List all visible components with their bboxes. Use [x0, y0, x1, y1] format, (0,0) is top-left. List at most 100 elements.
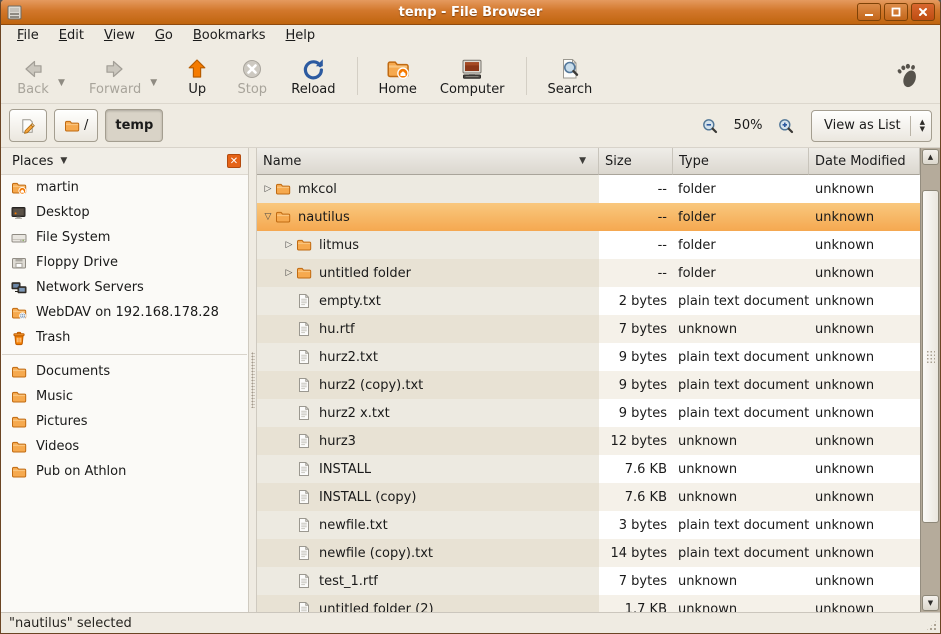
search-button[interactable]: Search	[540, 53, 601, 99]
text-icon	[296, 349, 312, 365]
path-root-button[interactable]: /	[54, 109, 98, 142]
sidebar-item-trash[interactable]: Trash	[1, 325, 248, 350]
sidebar-item-pictures[interactable]: Pictures	[1, 409, 248, 434]
expander-expanded-icon[interactable]: ▽	[261, 212, 275, 222]
maximize-button[interactable]	[884, 3, 908, 21]
reload-button[interactable]: Reload	[283, 53, 343, 99]
resize-grip[interactable]	[925, 619, 938, 632]
sidebar-item-martin[interactable]: martin	[1, 175, 248, 200]
sidebar-item-videos[interactable]: Videos	[1, 434, 248, 459]
table-row[interactable]: ▷untitled folder--folderunknown	[257, 259, 920, 287]
sidebar-item-music[interactable]: Music	[1, 384, 248, 409]
sidebar-header[interactable]: Places ▼ ✕	[1, 148, 248, 175]
minimize-button[interactable]	[857, 3, 881, 21]
type-cell: plain text document	[673, 539, 809, 567]
size-cell: 7 bytes	[599, 315, 673, 343]
menu-help[interactable]: Help	[276, 25, 326, 49]
expander-collapsed-icon[interactable]: ▷	[261, 184, 275, 194]
text-icon	[296, 321, 312, 337]
titlebar[interactable]: temp - File Browser	[1, 0, 940, 25]
text-icon	[296, 517, 312, 533]
table-row[interactable]: INSTALL7.6 KBunknownunknown	[257, 455, 920, 483]
path-current-button[interactable]: temp	[105, 109, 163, 142]
menu-go[interactable]: Go	[145, 25, 183, 49]
drive-icon	[11, 230, 27, 246]
expander-collapsed-icon[interactable]: ▷	[282, 268, 296, 278]
table-row[interactable]: hurz2.txt9 bytesplain text documentunkno…	[257, 343, 920, 371]
expander-collapsed-icon[interactable]: ▷	[282, 240, 296, 250]
size-cell: 7.6 KB	[599, 483, 673, 511]
sidebar-item-webdav-on-192-168-178-28[interactable]: WebDAV on 192.168.178.28	[1, 300, 248, 325]
menu-edit[interactable]: Edit	[49, 25, 94, 49]
column-header-type[interactable]: Type	[673, 148, 809, 175]
table-row[interactable]: untitled folder (2)1.7 KBunknownunknown	[257, 595, 920, 612]
view-mode-select[interactable]: View as List ▲▼	[811, 110, 932, 142]
date-modified-cell: unknown	[809, 567, 920, 595]
table-row[interactable]: ▽nautilus--folderunknown	[257, 203, 920, 231]
pane-splitter[interactable]	[248, 148, 257, 612]
stop-icon	[240, 57, 264, 81]
sidebar-separator	[2, 354, 247, 355]
sidebar-item-documents[interactable]: Documents	[1, 359, 248, 384]
sidebar-close-button[interactable]: ✕	[227, 154, 241, 168]
forward-button: Forward	[81, 53, 149, 99]
sidebar-item-file-system[interactable]: File System	[1, 225, 248, 250]
network-icon	[11, 280, 27, 296]
toolbar-separator	[526, 57, 527, 95]
zoom-in-button[interactable]	[774, 109, 798, 142]
menu-file[interactable]: File	[7, 25, 49, 49]
date-modified-cell: unknown	[809, 399, 920, 427]
table-row[interactable]: ▷mkcol--folderunknown	[257, 175, 920, 203]
toolbar-button-label: Forward	[89, 82, 141, 97]
close-button[interactable]	[911, 3, 935, 21]
date-modified-cell: unknown	[809, 231, 920, 259]
text-icon	[296, 601, 312, 612]
table-row[interactable]: hurz2 x.txt9 bytesplain text documentunk…	[257, 399, 920, 427]
sidebar-item-label: File System	[36, 230, 110, 245]
sidebar-item-desktop[interactable]: Desktop	[1, 200, 248, 225]
table-row[interactable]: hurz2 (copy).txt9 bytesplain text docume…	[257, 371, 920, 399]
table-row[interactable]: hurz312 bytesunknownunknown	[257, 427, 920, 455]
edit-location-button[interactable]	[9, 109, 47, 142]
toolbar-button-label: Stop	[238, 82, 268, 97]
gnome-logo-icon	[894, 62, 922, 90]
table-row[interactable]: test_1.rtf7 bytesunknownunknown	[257, 567, 920, 595]
table-row[interactable]: hu.rtf7 bytesunknownunknown	[257, 315, 920, 343]
column-header-size[interactable]: Size	[599, 148, 673, 175]
zoom-out-icon	[702, 118, 718, 134]
table-row[interactable]: newfile (copy).txt14 bytesplain text doc…	[257, 539, 920, 567]
table-row[interactable]: empty.txt2 bytesplain text documentunkno…	[257, 287, 920, 315]
file-name: INSTALL (copy)	[319, 490, 416, 505]
sidebar-item-pub-on-athlon[interactable]: Pub on Athlon	[1, 459, 248, 484]
name-cell: untitled folder (2)	[257, 595, 599, 612]
sidebar-item-floppy-drive[interactable]: Floppy Drive	[1, 250, 248, 275]
scroll-down-button[interactable]: ▼	[922, 595, 939, 611]
up-button[interactable]: Up	[173, 53, 221, 99]
size-cell: 9 bytes	[599, 343, 673, 371]
sidebar-item-label: Desktop	[36, 205, 90, 220]
zoom-out-button[interactable]	[698, 109, 722, 142]
computer-button[interactable]: Computer	[432, 53, 513, 99]
vertical-scrollbar[interactable]: ▲ ▼	[920, 148, 940, 612]
file-name: newfile (copy).txt	[319, 546, 433, 561]
scroll-up-button[interactable]: ▲	[922, 149, 939, 165]
name-cell: ▷mkcol	[257, 175, 599, 203]
zoom-controls: 50% View as List ▲▼	[698, 109, 932, 142]
date-modified-cell: unknown	[809, 539, 920, 567]
view-mode-value: View as List	[824, 118, 901, 133]
sidebar-item-network-servers[interactable]: Network Servers	[1, 275, 248, 300]
menu-view[interactable]: View	[94, 25, 145, 49]
size-cell: 9 bytes	[599, 371, 673, 399]
home-button[interactable]: Home	[371, 53, 425, 99]
column-header-date-modified[interactable]: Date Modified	[809, 148, 920, 175]
table-row[interactable]: INSTALL (copy)7.6 KBunknownunknown	[257, 483, 920, 511]
chevron-down-icon: ▼	[60, 156, 67, 166]
table-row[interactable]: newfile.txt3 bytesplain text documentunk…	[257, 511, 920, 539]
computer-icon	[460, 57, 484, 81]
scrollbar-thumb[interactable]	[922, 190, 939, 523]
menu-bookmarks[interactable]: Bookmarks	[183, 25, 276, 49]
table-row[interactable]: ▷litmus--folderunknown	[257, 231, 920, 259]
sidebar-item-label: Network Servers	[36, 280, 144, 295]
toolbar-button-label: Up	[188, 82, 206, 97]
column-header-name[interactable]: Name▼	[257, 148, 599, 175]
